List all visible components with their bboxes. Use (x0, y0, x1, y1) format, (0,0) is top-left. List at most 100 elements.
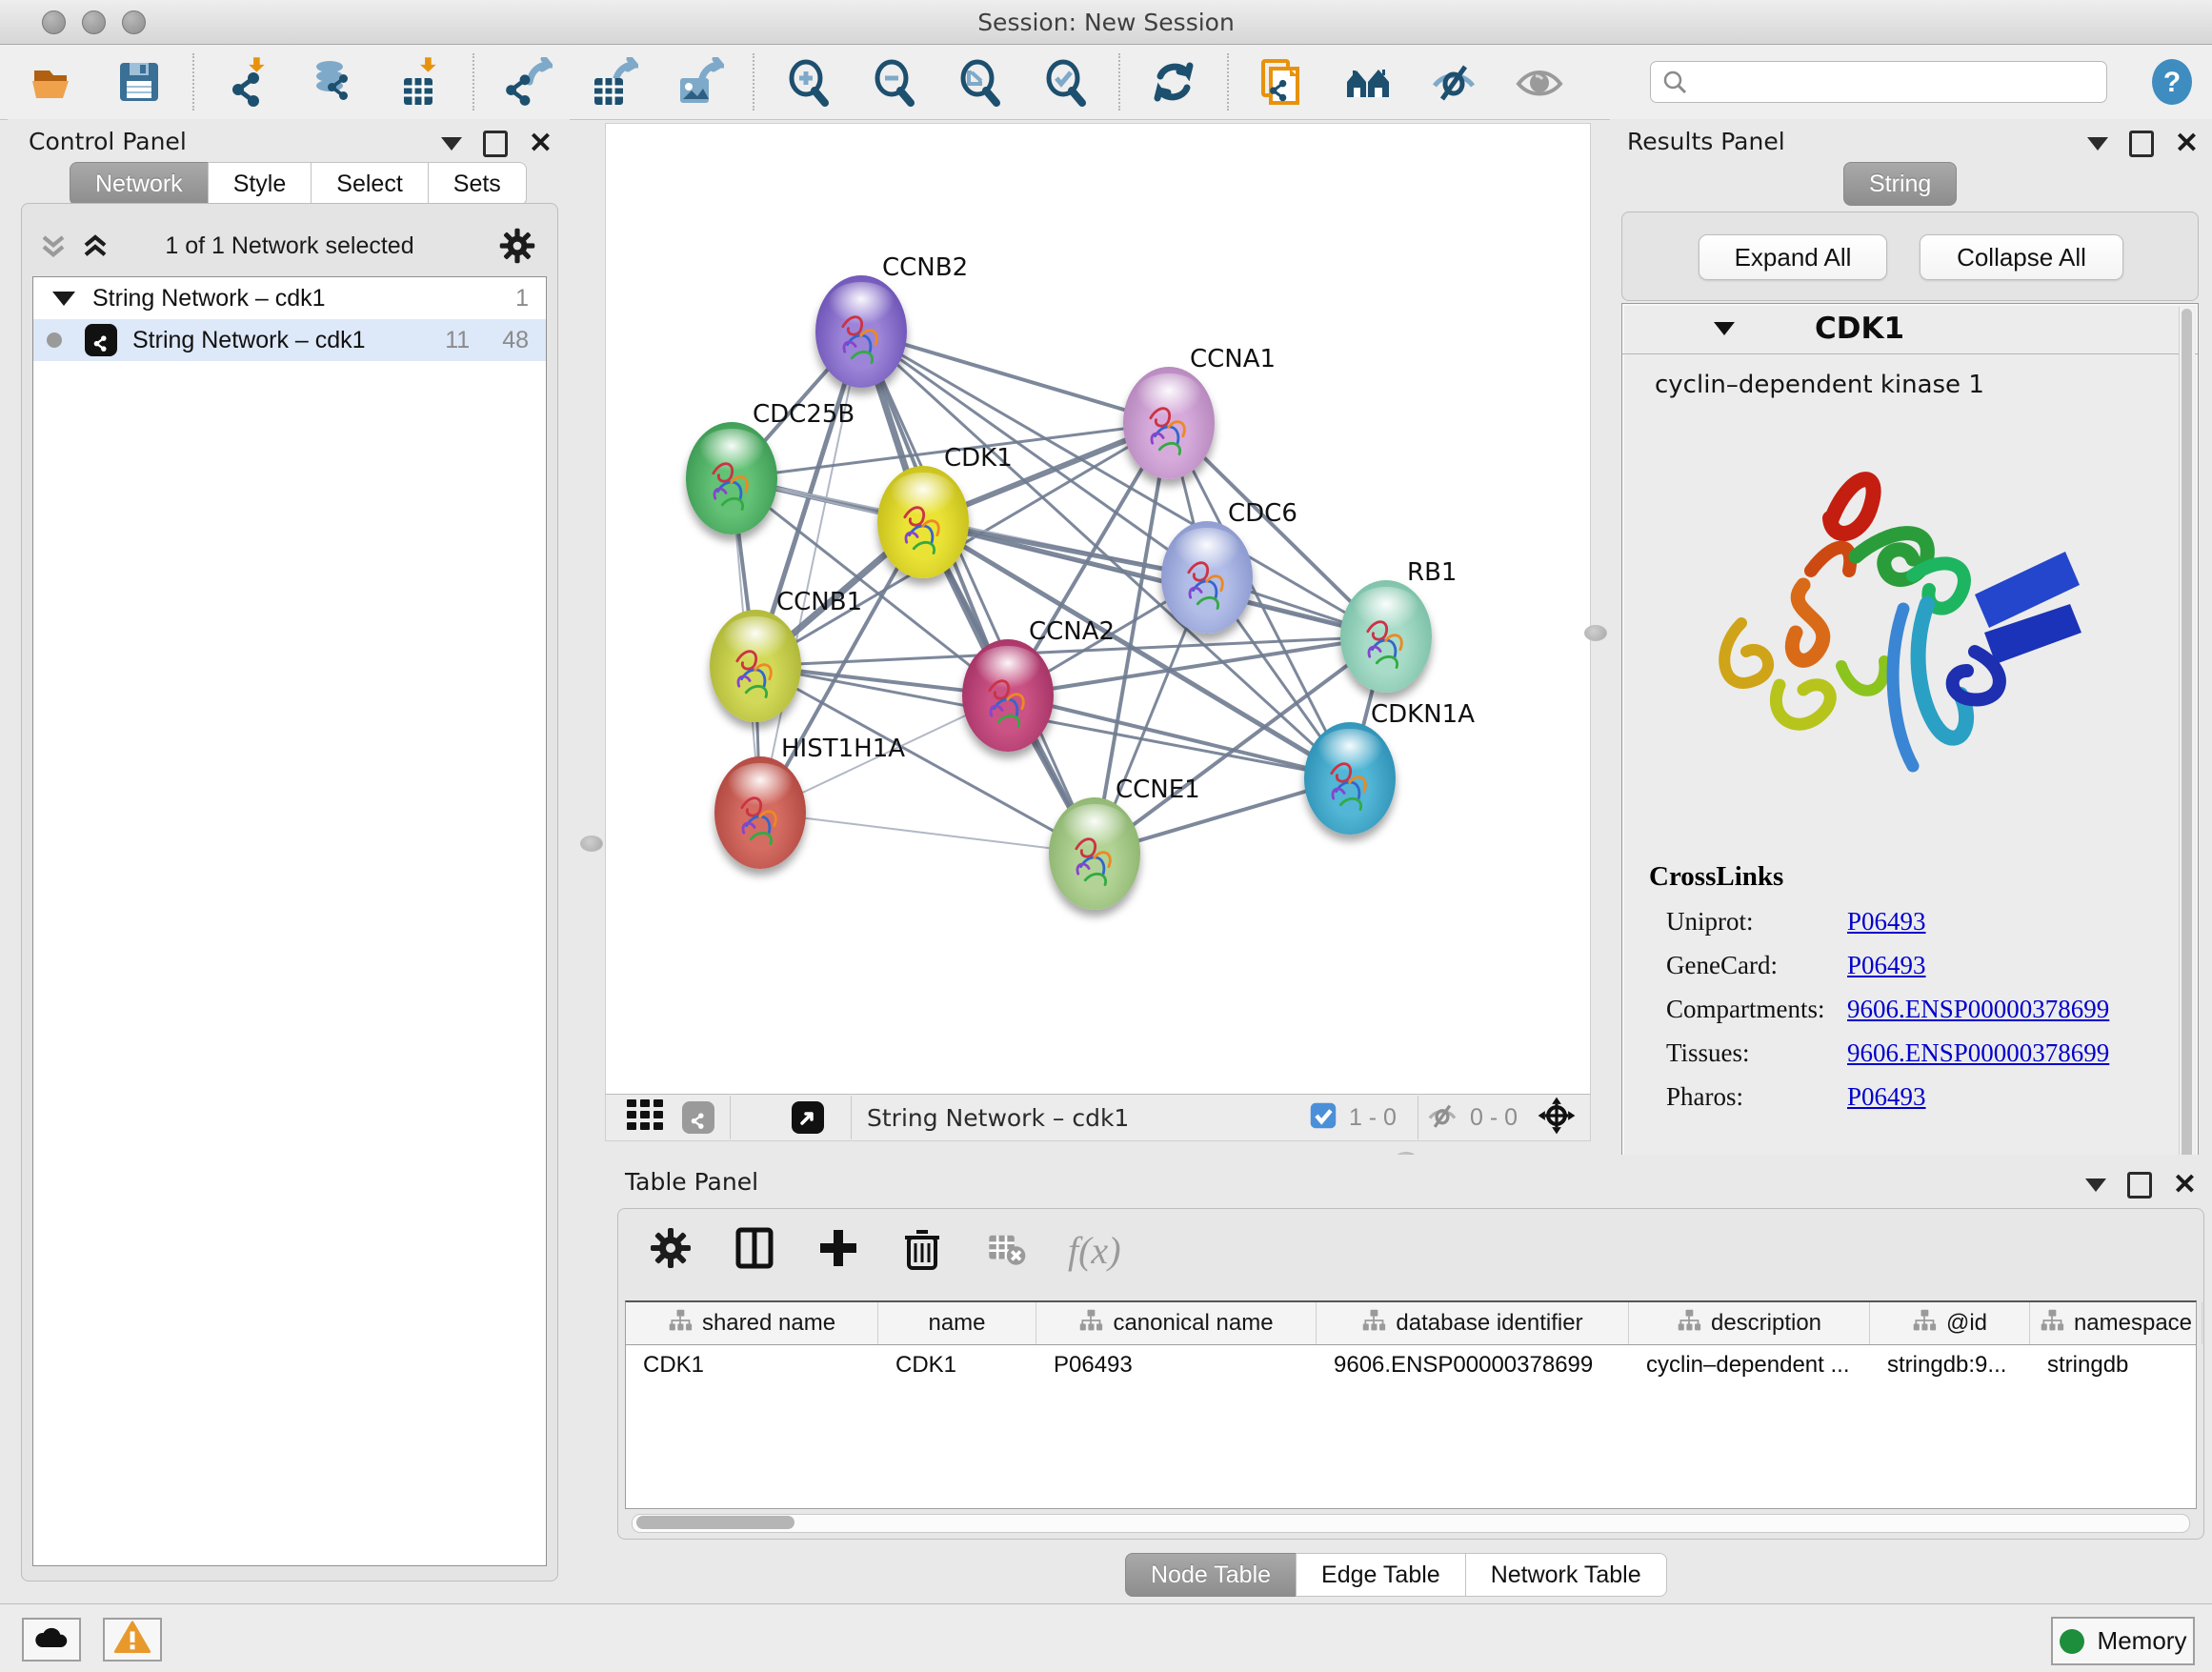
table-hscrollbar[interactable] (632, 1514, 2190, 1533)
float-icon[interactable] (2127, 1172, 2152, 1199)
close-icon[interactable]: ✕ (2173, 1175, 2197, 1196)
node-label-cdkn1a: CDKN1A (1371, 700, 1475, 729)
crosslink-link[interactable]: 9606.ENSP00000378699 (1847, 995, 2109, 1024)
network-node-ccnb1[interactable] (710, 610, 801, 722)
tab-select[interactable]: Select (311, 162, 428, 206)
tab-style[interactable]: Style (208, 162, 312, 206)
control-panel-title: Control Panel (29, 128, 187, 155)
collapse-triangle-icon[interactable] (441, 137, 462, 151)
crosslink-link[interactable]: 9606.ENSP00000378699 (1847, 1038, 2109, 1068)
eye-slash-icon[interactable] (1426, 1099, 1458, 1137)
network-collection-row[interactable]: String Network – cdk1 1 (33, 277, 546, 319)
column-header-shared-name[interactable]: shared name (626, 1302, 878, 1344)
entry-collapse-icon[interactable] (1714, 322, 1735, 335)
hide-selected-icon[interactable] (1427, 55, 1480, 109)
zoom-selected-icon[interactable] (1038, 55, 1092, 109)
collection-name: String Network – cdk1 (92, 285, 326, 312)
gear-icon[interactable] (649, 1226, 693, 1275)
gear-icon[interactable] (498, 227, 536, 270)
expand-all-button[interactable]: Expand All (1699, 234, 1887, 280)
column-header-namespace[interactable]: namespace (2030, 1302, 2202, 1344)
warning-button[interactable] (103, 1618, 162, 1662)
vertical-splitter-handle[interactable] (580, 836, 603, 852)
tab-sets[interactable]: Sets (428, 162, 527, 206)
float-icon[interactable] (2129, 131, 2154, 157)
column-header-description[interactable]: description (1629, 1302, 1870, 1344)
zoom-in-icon[interactable] (781, 55, 835, 109)
tab-network[interactable]: Network (70, 162, 209, 206)
clear-table-icon[interactable] (984, 1226, 1028, 1275)
column-header-database-identifier[interactable]: database identifier (1317, 1302, 1629, 1344)
open-session-icon[interactable] (27, 55, 80, 109)
right-splitter-handle[interactable] (1584, 625, 1607, 641)
close-icon[interactable]: ✕ (2175, 133, 2199, 154)
node-label-ccnb2: CCNB2 (882, 253, 968, 282)
table-row[interactable]: CDK1CDK1P064939606.ENSP00000378699cyclin… (626, 1345, 2196, 1385)
column-header--id[interactable]: @id (1870, 1302, 2030, 1344)
cloud-icon (30, 1623, 72, 1657)
network-node-ccnb2[interactable] (815, 275, 907, 388)
tree-collapse-icon[interactable] (52, 292, 75, 306)
import-network-file-icon[interactable] (221, 55, 274, 109)
results-scrollbar[interactable] (2179, 307, 2195, 1223)
refresh-icon[interactable] (1147, 55, 1200, 109)
network-node-ccna2[interactable] (962, 639, 1054, 752)
search-input[interactable] (1650, 61, 2107, 103)
collapse-triangle-icon[interactable] (2087, 137, 2108, 151)
collapse-triangle-icon[interactable] (2085, 1178, 2106, 1192)
network-node-cdkn1a[interactable] (1304, 722, 1396, 835)
export-network-icon[interactable] (501, 55, 554, 109)
export-table-icon[interactable] (587, 55, 640, 109)
network-row-selected[interactable]: String Network – cdk1 11 48 (33, 319, 546, 361)
tab-edge-table[interactable]: Edge Table (1296, 1553, 1466, 1597)
houses-icon[interactable] (1341, 55, 1395, 109)
network-node-rb1[interactable] (1340, 580, 1432, 693)
tab-node-table[interactable]: Node Table (1125, 1553, 1297, 1597)
export-image-icon[interactable] (673, 55, 726, 109)
import-network-database-icon[interactable] (307, 55, 360, 109)
tab-string[interactable]: String (1843, 162, 1957, 206)
plus-icon[interactable] (816, 1226, 860, 1275)
current-network-label: String Network – cdk1 (867, 1104, 1129, 1132)
collapse-all-button[interactable]: Collapse All (1920, 234, 2123, 280)
function-icon: f(x) (1068, 1228, 1121, 1273)
table-tabs: Node TableEdge TableNetwork Table (1125, 1553, 1667, 1597)
network-node-cdk1[interactable] (877, 466, 969, 578)
tab-network-table[interactable]: Network Table (1465, 1553, 1667, 1597)
grid-icon[interactable] (623, 1094, 667, 1142)
show-hidden-icon[interactable] (1513, 55, 1566, 109)
share-badge-icon[interactable] (682, 1101, 714, 1134)
zoom-out-icon[interactable] (867, 55, 920, 109)
network-node-hist1h1a[interactable] (714, 756, 806, 869)
crosslink-link[interactable]: P06493 (1847, 907, 1926, 937)
duplicate-network-icon[interactable] (1256, 55, 1309, 109)
checkbox-icon[interactable] (1309, 1101, 1337, 1135)
close-icon[interactable]: ✕ (529, 133, 553, 154)
crosslink-link[interactable]: P06493 (1847, 951, 1926, 980)
node-label-cdc25b: CDC25B (753, 400, 855, 429)
memory-button[interactable]: Memory (2051, 1617, 2195, 1665)
float-icon[interactable] (483, 131, 508, 157)
crosslink-link[interactable]: P06493 (1847, 1082, 1926, 1112)
column-header-name[interactable]: name (878, 1302, 1036, 1344)
table-cell: CDK1 (878, 1345, 1036, 1385)
memory-label: Memory (2098, 1626, 2187, 1656)
save-session-icon[interactable] (112, 55, 166, 109)
network-node-ccne1[interactable] (1049, 797, 1140, 910)
help-button[interactable]: ? (2147, 57, 2197, 107)
cloud-button[interactable] (22, 1618, 81, 1662)
birdseye-icon[interactable] (792, 1101, 824, 1134)
network-node-cdc6[interactable] (1161, 521, 1253, 634)
tree-icon (2040, 1308, 2064, 1340)
table-panel-body: f(x) shared namenamecanonical namedataba… (617, 1208, 2204, 1540)
network-node-ccna1[interactable] (1123, 367, 1215, 479)
columns-icon[interactable] (733, 1226, 776, 1275)
share-badge-icon (85, 324, 117, 356)
crosshair-icon[interactable] (1537, 1096, 1577, 1140)
trash-icon[interactable] (900, 1226, 944, 1275)
network-canvas[interactable]: CCNB2 CCNA1 CDC25B CDK1 CDC6 RB1 CCNB1 C… (605, 123, 1591, 1096)
network-node-cdc25b[interactable] (686, 422, 777, 534)
import-table-file-icon[interactable] (392, 55, 446, 109)
zoom-fit-icon[interactable] (953, 55, 1006, 109)
column-header-canonical-name[interactable]: canonical name (1036, 1302, 1317, 1344)
